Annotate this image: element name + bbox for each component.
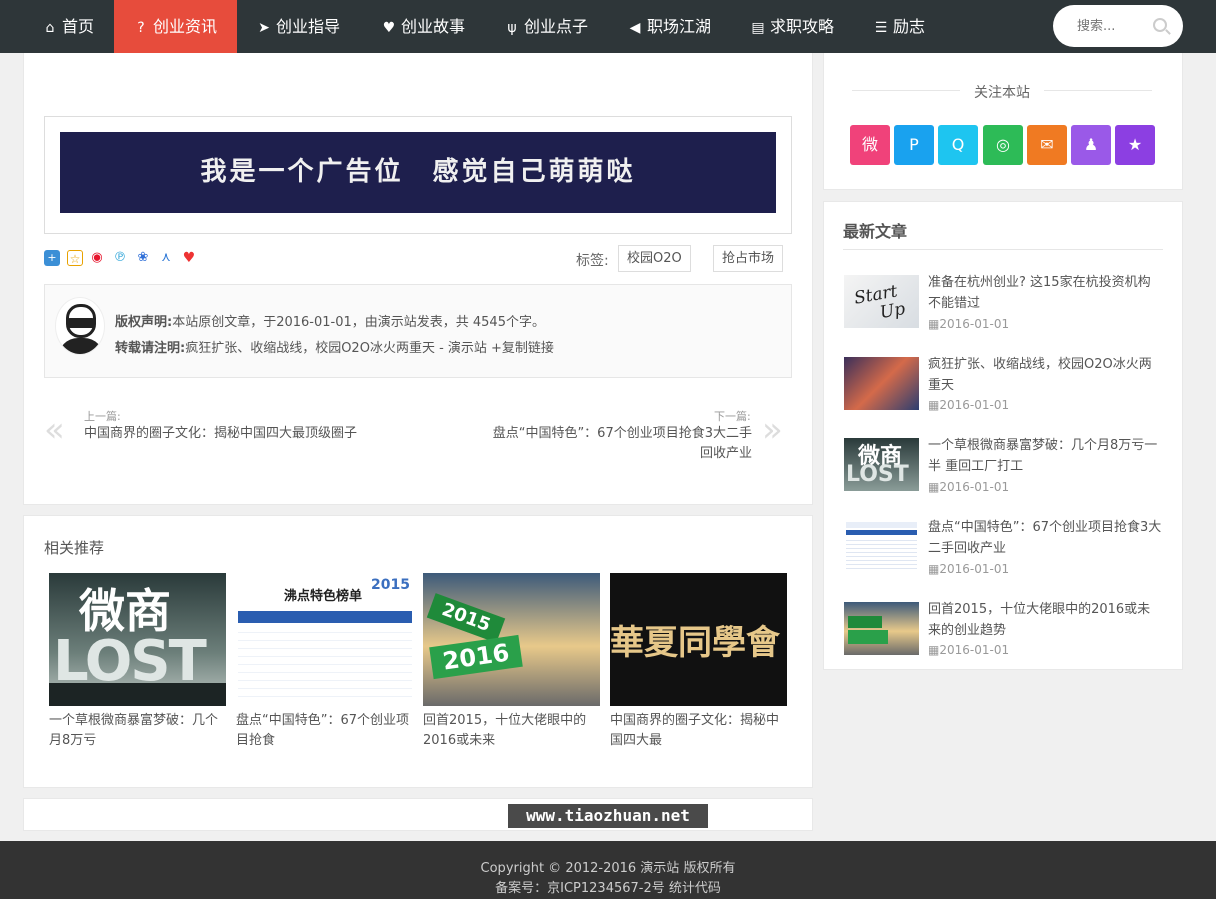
nav-label: 职场江湖	[647, 17, 712, 36]
latest-post-link[interactable]: 准备在杭州创业? 这15家在杭投资机构不能错过	[928, 272, 1163, 314]
divider	[843, 249, 1163, 250]
copyright-text: 本站原创文章，于2016-01-01，由演示站发表，共 4545个字。	[172, 315, 545, 330]
copyright-label: 版权声明:	[115, 315, 173, 330]
star-icon[interactable]: ★	[1115, 125, 1155, 165]
nav-item-home[interactable]: ⌂ 首页	[42, 0, 94, 53]
follow-title: 关注本站	[974, 85, 1030, 101]
follow-panel	[823, 53, 1183, 190]
weibo-icon[interactable]: 微	[850, 125, 890, 165]
latest-thumb[interactable]	[844, 520, 919, 573]
question-circle-icon: ?	[137, 20, 145, 36]
email-icon[interactable]: ✉	[1027, 125, 1067, 165]
search-box	[1053, 5, 1183, 47]
related-thumb[interactable]: 微商 LOST	[49, 573, 226, 706]
related-caption[interactable]: 回首2015，十位大佬眼中的2016或未来	[423, 711, 601, 751]
search-icon[interactable]	[1153, 18, 1167, 32]
footer-icp[interactable]: 备案号：京ICP1234567-2号 统计代码	[0, 877, 1216, 896]
copyright-notice: 版权声明:本站原创文章，于2016-01-01，由演示站发表，共 4545个字。…	[44, 284, 792, 378]
share-more-icon[interactable]: +	[44, 250, 60, 266]
calendar-icon: ▦	[928, 480, 940, 494]
related-thumb[interactable]: 2015 2016	[423, 573, 600, 706]
file-icon: ▤	[751, 20, 765, 36]
share-baidu-icon[interactable]: ❀	[135, 250, 151, 266]
prev-arrow-icon[interactable]: «	[44, 410, 65, 450]
nav-item-startup-guide[interactable]: ➤ 创业指导	[256, 0, 340, 53]
ad-banner[interactable]: 我是一个广告位 感觉自己萌萌哒	[60, 132, 776, 213]
latest-post-link[interactable]: 一个草根微商暴富梦破：几个月8万亏一半 重回工厂打工	[928, 435, 1163, 477]
ad-box: 我是一个广告位 感觉自己萌萌哒	[44, 116, 792, 234]
next-post-link[interactable]: 盘点“中国特色”：67个创业项目抢食3大二手回收产业	[482, 424, 752, 464]
nav-item-workplace[interactable]: ◀ 职场江湖	[627, 0, 711, 53]
latest-date: ▦2016-01-01	[928, 398, 1010, 412]
nav-label: 励志	[893, 17, 926, 36]
latest-post-link[interactable]: 回首2015，十位大佬眼中的2016或未来的创业趋势	[928, 599, 1163, 641]
calendar-icon: ▦	[928, 643, 940, 657]
tags-label: 标签:	[576, 253, 609, 269]
group-icon[interactable]: ♟	[1071, 125, 1111, 165]
tencent-weibo-icon[interactable]: P	[894, 125, 934, 165]
nav-label: 创业资讯	[153, 17, 218, 36]
share-like-icon[interactable]: ♥	[181, 250, 197, 266]
next-arrow-icon[interactable]: »	[762, 410, 783, 450]
reprint-label: 转载请注明:	[115, 341, 186, 356]
wechat-icon[interactable]: ◎	[983, 125, 1023, 165]
nav-label: 创业指导	[276, 17, 341, 36]
next-label: 下一篇:	[714, 410, 751, 423]
nav-item-inspiration[interactable]: ☰ 励志	[873, 0, 925, 53]
nav-item-startup-ideas[interactable]: ψ 创业点子	[504, 0, 588, 53]
copyright-line: 版权声明:本站原创文章，于2016-01-01，由演示站发表，共 4545个字。	[115, 311, 545, 330]
related-thumb[interactable]: 華夏同學會	[610, 573, 787, 706]
share-renren-icon[interactable]: ⋏	[158, 250, 174, 266]
bullhorn-icon: ◀	[629, 20, 641, 36]
calendar-icon: ▦	[928, 317, 940, 331]
share-weibo-icon[interactable]: ◉	[89, 250, 105, 266]
qq-icon[interactable]: Q	[938, 125, 978, 165]
top-nav-bar: ⌂ 首页 ? 创业资讯 ➤ 创业指导 ♥ 创业故事 ψ 创业点子 ◀ 职场江湖 ▤ 求职攻略 …	[0, 0, 1216, 53]
footer-copyright: Copyright © 2012-2016 演示站 版权所有	[480, 861, 736, 876]
paper-plane-icon: ➤	[258, 20, 270, 36]
latest-date: ▦2016-01-01	[928, 317, 1010, 331]
nav-label: 首页	[62, 17, 95, 36]
latest-post-link[interactable]: 盘点“中国特色”：67个创业项目抢食3大二手回收产业	[928, 517, 1163, 559]
latest-thumb[interactable]	[844, 357, 919, 410]
heart-icon: ♥	[382, 20, 396, 36]
calendar-icon: ▦	[928, 398, 940, 412]
watermark: www.tiaozhuan.net	[508, 804, 708, 828]
nav-item-job-tips[interactable]: ▤ 求职攻略	[750, 0, 834, 53]
nav-label: 求职攻略	[770, 17, 835, 36]
prev-label: 上一篇:	[84, 410, 121, 423]
calendar-icon: ▦	[928, 562, 940, 576]
latest-title: 最新文章	[843, 222, 908, 241]
latest-thumb[interactable]	[844, 602, 919, 655]
search-input[interactable]	[1077, 16, 1157, 36]
nav-label: 创业点子	[524, 17, 589, 36]
prev-post-link[interactable]: 中国商界的圈子文化：揭秘中国四大最顶级圈子	[84, 424, 364, 444]
latest-date: ▦2016-01-01	[928, 562, 1010, 576]
related-caption[interactable]: 盘点“中国特色”：67个创业项目抢食	[236, 711, 414, 751]
latest-date: ▦2016-01-01	[928, 643, 1010, 657]
nav-item-startup-stories[interactable]: ♥ 创业故事	[381, 0, 465, 53]
share-qzone-icon[interactable]: ☆	[67, 250, 83, 266]
list-icon: ☰	[874, 20, 888, 36]
latest-thumb[interactable]: Start Up	[844, 275, 919, 328]
latest-thumb[interactable]: 微商 LOST	[844, 438, 919, 491]
related-caption[interactable]: 中国商界的圈子文化：揭秘中国四大最	[610, 711, 788, 751]
author-avatar	[55, 297, 105, 355]
nav-item-startup-news[interactable]: ? 创业资讯	[114, 0, 237, 53]
reprint-line: 转载请注明:疯狂扩张、收缩战线，校园O2O冰火两重天 - 演示站 +复制链接	[115, 337, 554, 356]
cutlery-icon: ψ	[507, 20, 517, 36]
related-caption[interactable]: 一个草根微商暴富梦破：几个月8万亏	[49, 711, 227, 751]
home-icon: ⌂	[45, 20, 55, 36]
latest-post-link[interactable]: 疯狂扩张、收缩战线，校园O2O冰火两重天	[928, 354, 1163, 396]
footer: Copyright © 2012-2016 演示站 版权所有 备案号：京ICP1…	[0, 841, 1216, 899]
related-title: 相关推荐	[44, 539, 105, 557]
nav-label: 创业故事	[401, 17, 466, 36]
reprint-text[interactable]: 疯狂扩张、收缩战线，校园O2O冰火两重天 - 演示站 +复制链接	[185, 341, 554, 356]
tag-link[interactable]: 抢占市场	[713, 245, 784, 272]
latest-date: ▦2016-01-01	[928, 480, 1010, 494]
tag-link[interactable]: 校园O2O	[618, 245, 691, 272]
share-tencent-weibo-icon[interactable]: ℗	[112, 250, 128, 266]
related-thumb[interactable]: 沸点特色榜单 2015	[236, 573, 413, 706]
